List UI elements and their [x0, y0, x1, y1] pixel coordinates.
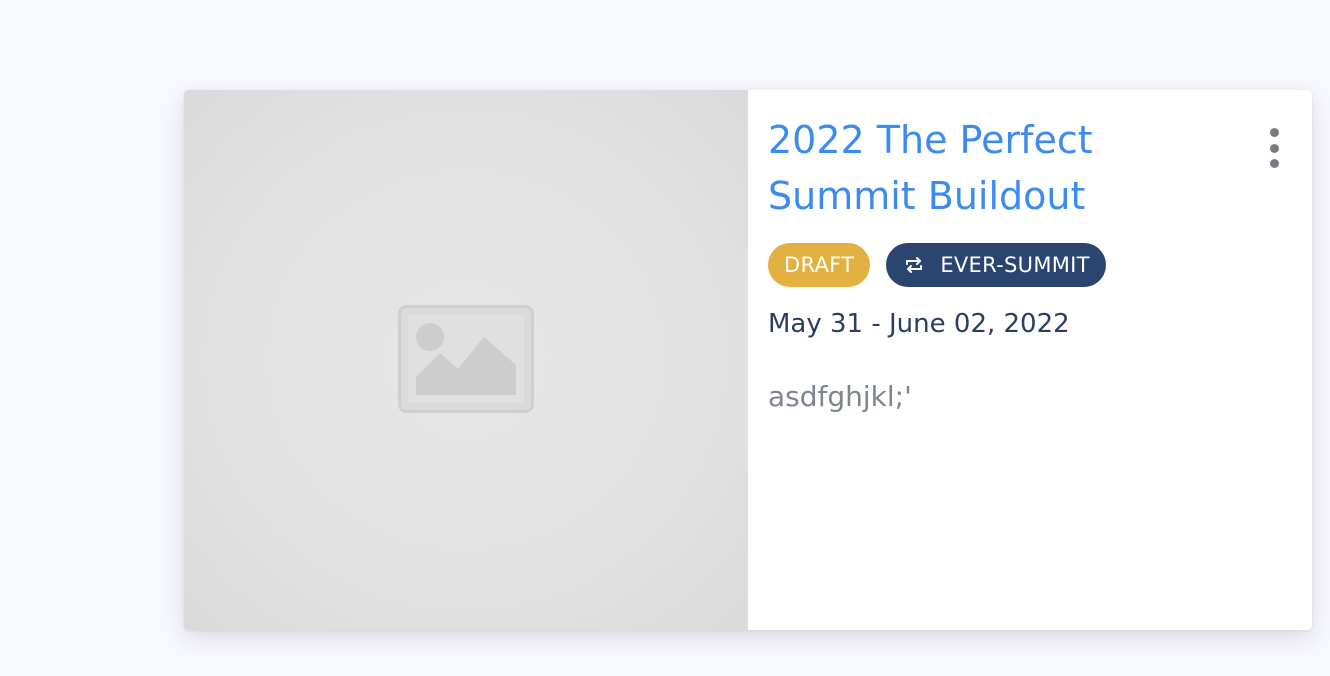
event-title[interactable]: 2022 The Perfect Summit Buildout [768, 112, 1188, 224]
event-description: asdfghjkl;' [768, 380, 912, 413]
kebab-dot [1269, 143, 1279, 153]
kebab-menu-icon[interactable] [1264, 128, 1284, 168]
type-badge-label: EVER-SUMMIT [940, 253, 1090, 277]
event-card[interactable]: 2022 The Perfect Summit Buildout DRAFT E… [184, 90, 1312, 630]
kebab-dot [1269, 128, 1279, 137]
type-badge: EVER-SUMMIT [886, 243, 1106, 287]
page: 2022 The Perfect Summit Buildout DRAFT E… [0, 0, 1330, 676]
event-date-range: May 31 - June 02, 2022 [768, 309, 1070, 339]
image-placeholder-icon [398, 305, 534, 413]
kebab-dot [1269, 159, 1279, 168]
badge-row: DRAFT EVER-SUMMIT [768, 243, 1312, 287]
repeat-icon [906, 257, 923, 273]
status-badge: DRAFT [768, 243, 871, 287]
event-details: 2022 The Perfect Summit Buildout DRAFT E… [748, 90, 1312, 630]
event-thumbnail[interactable] [184, 90, 748, 630]
